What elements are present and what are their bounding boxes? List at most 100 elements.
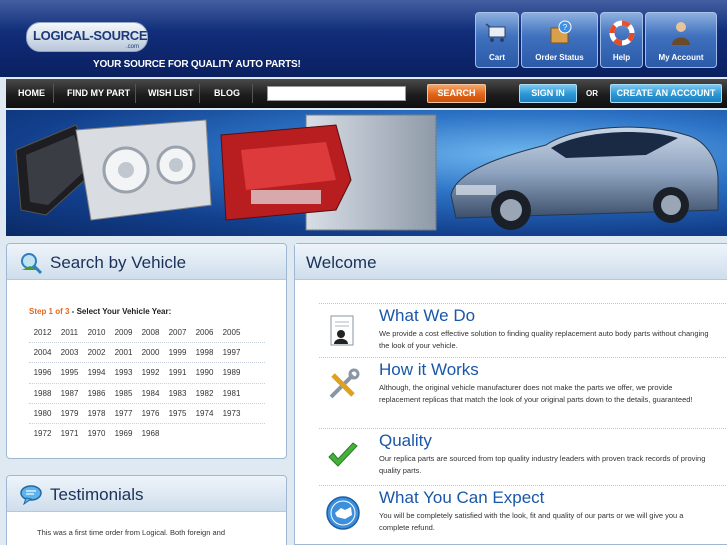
feature-text: Although, the original vehicle manufactu…	[379, 383, 693, 404]
feature-text: We provide a cost effective solution to …	[379, 329, 709, 350]
year-row: 1972 1971 1970 1969 1968	[29, 422, 265, 443]
step-count: Step 1 of 3	[29, 307, 70, 316]
year-option[interactable]: 1972	[29, 429, 56, 438]
year-grid: 2012 2011 2010 2009 2008 2007 2006 2005 2004 2003…	[29, 322, 265, 443]
testimonials-panel: Testimonials This was a first time order…	[6, 475, 287, 545]
year-option[interactable]: 1978	[83, 409, 110, 418]
document-user-icon	[330, 315, 354, 346]
year-option[interactable]: 1994	[83, 368, 110, 377]
year-row: 2012 2011 2010 2009 2008 2007 2006 2005	[29, 322, 265, 342]
checkmark-icon	[328, 442, 358, 467]
year-option[interactable]: 1987	[56, 389, 83, 398]
year-option[interactable]: 1977	[110, 409, 137, 418]
feature-what-you-can-expect: What You Can Expect You will be complete…	[319, 485, 727, 545]
my-account-button[interactable]: My Account	[645, 12, 717, 68]
year-option[interactable]: 1981	[218, 389, 245, 398]
testimonial-quote: This was a first time order from Logical…	[37, 528, 225, 537]
nav-divider	[53, 84, 54, 103]
nav-divider	[199, 84, 200, 103]
nav-divider	[135, 84, 136, 103]
year-option[interactable]: 1990	[191, 368, 218, 377]
year-option[interactable]: 1991	[164, 368, 191, 377]
order-status-button[interactable]: ? Order Status	[521, 12, 598, 68]
feature-text: Our replica parts are sourced from top q…	[379, 454, 706, 475]
nav-home[interactable]: HOME	[18, 79, 45, 108]
year-option[interactable]: 1983	[164, 389, 191, 398]
year-option[interactable]: 1993	[110, 368, 137, 377]
sign-in-button[interactable]: SIGN IN	[519, 84, 577, 103]
year-option[interactable]: 1982	[191, 389, 218, 398]
year-option[interactable]: 2001	[110, 348, 137, 357]
year-row: 1996 1995 1994 1993 1992 1991 1990 1989	[29, 362, 265, 382]
year-option[interactable]: 1976	[137, 409, 164, 418]
chat-bubble-icon	[20, 485, 42, 506]
user-icon	[672, 22, 690, 45]
year-option[interactable]: 1985	[110, 389, 137, 398]
site-header: LOGICAL-SOURCE .com YOUR SOURCE FOR QUAL…	[0, 0, 727, 77]
year-option[interactable]: 1974	[191, 409, 218, 418]
year-option[interactable]: 1998	[191, 348, 218, 357]
year-option[interactable]: 1996	[29, 368, 56, 377]
year-option[interactable]: 1984	[137, 389, 164, 398]
panel-header: Testimonials	[7, 476, 286, 512]
year-option[interactable]: 2010	[83, 328, 110, 337]
feature-title: What We Do	[379, 306, 476, 325]
help-label: Help	[612, 53, 631, 62]
year-row: 2004 2003 2002 2001 2000 1999 1998 1997	[29, 342, 265, 362]
welcome-header: Welcome	[295, 244, 727, 280]
nav-blog[interactable]: BLOG	[214, 79, 240, 108]
welcome-title: Welcome	[306, 253, 377, 272]
site-logo[interactable]: LOGICAL-SOURCE .com	[26, 22, 148, 52]
year-option[interactable]: 2008	[137, 328, 164, 337]
year-option[interactable]: 1971	[56, 429, 83, 438]
year-option[interactable]: 1980	[29, 409, 56, 418]
cart-label: Cart	[488, 53, 505, 62]
year-option[interactable]: 2005	[218, 328, 245, 337]
year-option[interactable]: 2012	[29, 328, 56, 337]
year-option[interactable]: 1997	[218, 348, 245, 357]
year-option[interactable]: 1995	[56, 368, 83, 377]
year-option[interactable]: 2000	[137, 348, 164, 357]
search-button[interactable]: SEARCH	[427, 84, 486, 103]
handshake-icon	[326, 496, 360, 530]
order-status-icon: ?	[550, 20, 571, 44]
year-option[interactable]: 2003	[56, 348, 83, 357]
year-option[interactable]: 1975	[164, 409, 191, 418]
main-nav: HOME FIND MY PART WISH LIST BLOG SEARCH …	[6, 79, 727, 108]
nav-find-my-part[interactable]: FIND MY PART	[67, 79, 130, 108]
search-input[interactable]	[267, 86, 406, 101]
step-text: - Select Your Vehicle Year:	[69, 307, 172, 316]
logo-text: LOGICAL-SOURCE	[33, 28, 148, 43]
nav-wish-list[interactable]: WISH LIST	[148, 79, 194, 108]
magnifier-car-icon	[21, 253, 43, 275]
testimonials-title: Testimonials	[50, 485, 144, 504]
year-option[interactable]: 1992	[137, 368, 164, 377]
year-option[interactable]: 1988	[29, 389, 56, 398]
year-option[interactable]: 2009	[110, 328, 137, 337]
year-option[interactable]: 1968	[137, 429, 164, 438]
cart-icon	[485, 23, 506, 42]
year-option[interactable]: 1986	[83, 389, 110, 398]
year-option[interactable]: 1999	[164, 348, 191, 357]
order-status-label: Order Status	[535, 53, 584, 62]
year-option[interactable]: 1973	[218, 409, 245, 418]
year-option[interactable]: 2011	[56, 328, 83, 337]
cart-button[interactable]: Cart	[475, 12, 519, 68]
feature-title: How it Works	[379, 360, 479, 379]
year-option[interactable]: 2002	[83, 348, 110, 357]
help-button[interactable]: Help	[600, 12, 643, 68]
year-option[interactable]: 2004	[29, 348, 56, 357]
year-option[interactable]: 1969	[110, 429, 137, 438]
feature-title: Quality	[379, 431, 432, 450]
year-option[interactable]: 2007	[164, 328, 191, 337]
tools-icon	[329, 368, 360, 399]
feature-how-it-works: How it Works Although, the original vehi…	[319, 357, 727, 429]
year-option[interactable]: 1970	[83, 429, 110, 438]
taillight-image	[220, 124, 352, 221]
year-option[interactable]: 1989	[218, 368, 245, 377]
year-option[interactable]: 2006	[191, 328, 218, 337]
auto-parts-illustration	[15, 114, 719, 231]
my-account-label: My Account	[658, 53, 704, 62]
create-account-button[interactable]: CREATE AN ACCOUNT	[610, 84, 722, 103]
year-option[interactable]: 1979	[56, 409, 83, 418]
